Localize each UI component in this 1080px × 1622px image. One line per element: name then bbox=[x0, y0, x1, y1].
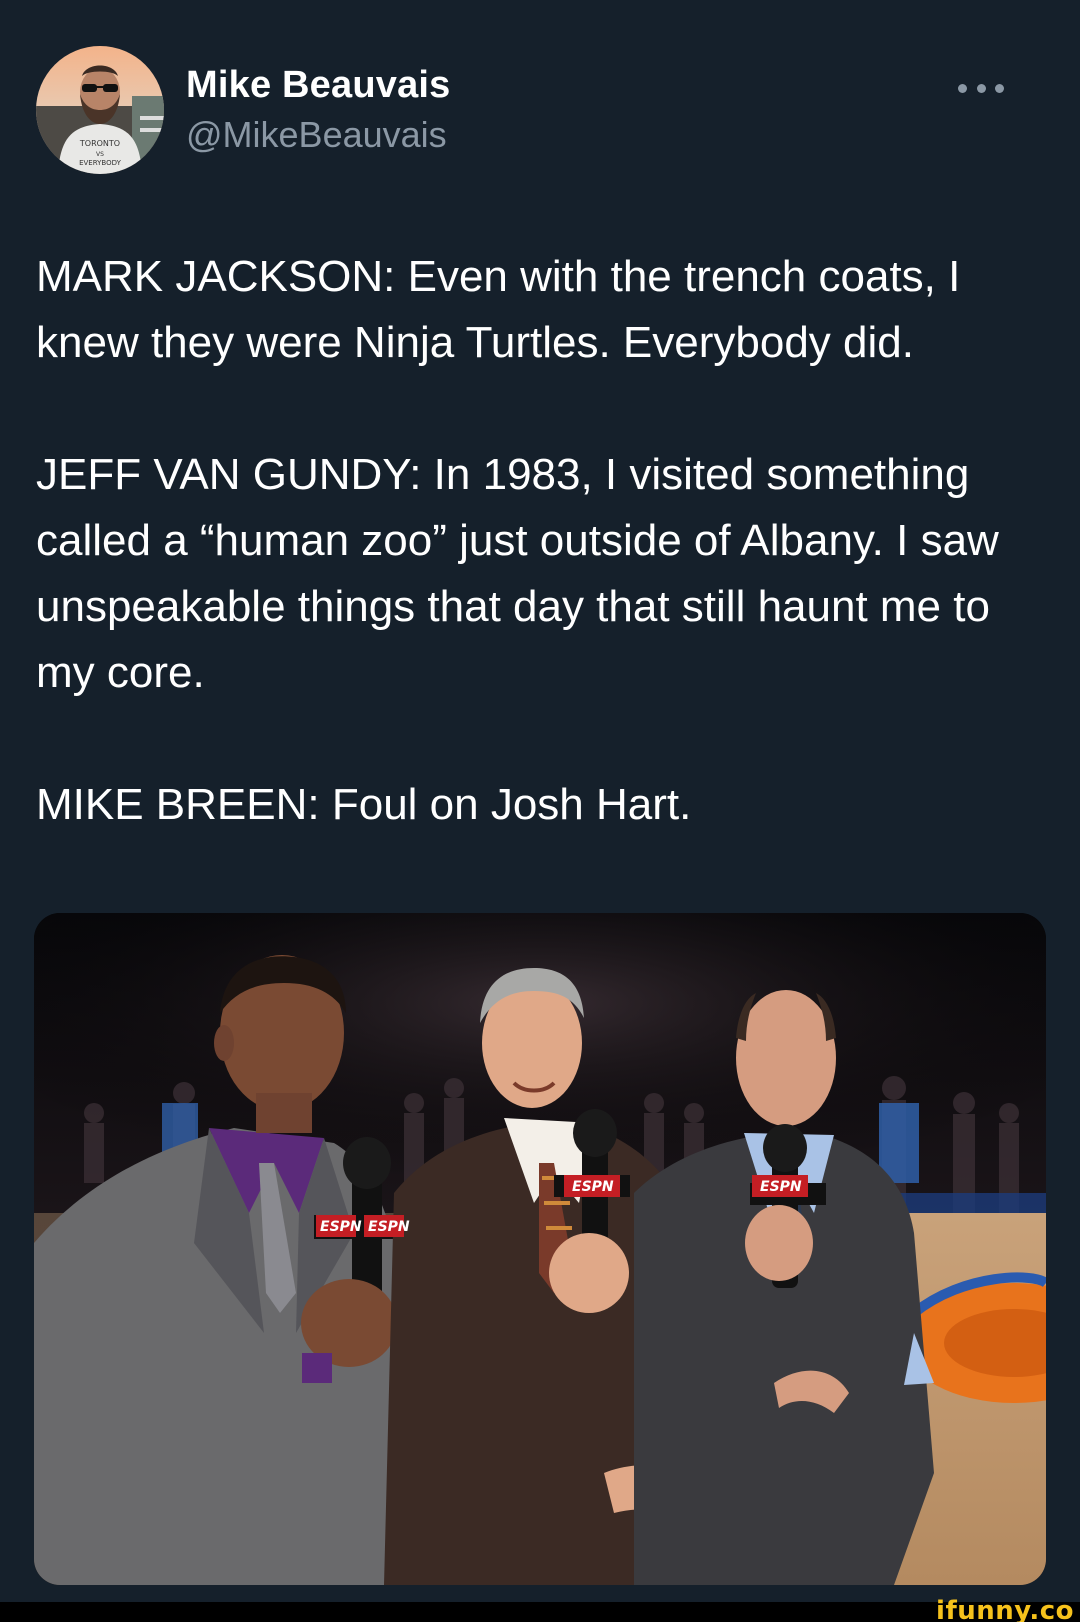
tweet-header: TORONTO VS EVERYBODY Mike Beauvais @Mike… bbox=[36, 46, 1044, 176]
author-handle[interactable]: @MikeBeauvais bbox=[186, 112, 451, 158]
tweet-media-photo[interactable]: ESPN ESPN ESPN ESPN bbox=[34, 913, 1046, 1585]
more-dot bbox=[995, 83, 1004, 93]
tweet-paragraph: MARK JACKSON: Even with the trench coats… bbox=[36, 252, 973, 367]
author-display-name[interactable]: Mike Beauvais bbox=[186, 62, 451, 108]
mic-flag-label: ESPN bbox=[760, 1179, 802, 1195]
more-options-icon[interactable] bbox=[958, 76, 1004, 100]
mic-flag-label: ESPN bbox=[320, 1219, 362, 1235]
ifunny-watermark: ifunny.co bbox=[936, 1596, 1074, 1622]
author-names: Mike Beauvais @MikeBeauvais bbox=[186, 62, 451, 158]
author-avatar[interactable]: TORONTO VS EVERYBODY bbox=[36, 46, 164, 174]
tweet-text: MARK JACKSON: Even with the trench coats… bbox=[36, 244, 1046, 838]
watermark-bar bbox=[0, 1602, 1080, 1622]
mic-flag-label: ESPN bbox=[572, 1179, 614, 1195]
tweet-paragraph: JEFF VAN GUNDY: In 1983, I visited somet… bbox=[36, 450, 1012, 697]
more-dot bbox=[958, 83, 967, 93]
broadcasters-photo: ESPN ESPN ESPN ESPN bbox=[34, 913, 1046, 1585]
mic-flag-label: ESPN bbox=[368, 1219, 410, 1235]
tweet-paragraph: MIKE BREEN: Foul on Josh Hart. bbox=[36, 780, 692, 829]
tweet-page: TORONTO VS EVERYBODY Mike Beauvais @Mike… bbox=[0, 0, 1080, 1622]
svg-text:TORONTO: TORONTO bbox=[79, 139, 120, 148]
svg-text:VS: VS bbox=[96, 151, 104, 158]
more-dot bbox=[976, 83, 986, 93]
svg-text:EVERYBODY: EVERYBODY bbox=[79, 159, 122, 167]
profile-photo-icon: TORONTO VS EVERYBODY bbox=[36, 46, 164, 174]
